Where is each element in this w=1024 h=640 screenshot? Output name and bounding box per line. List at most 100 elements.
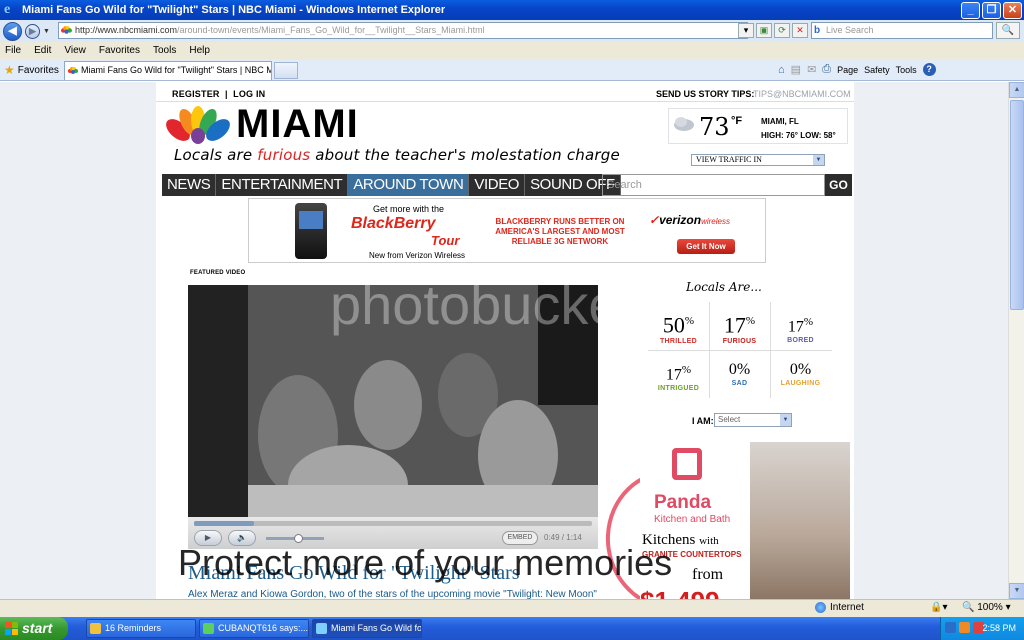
with-word: with [699,535,719,547]
address-bar[interactable]: http://www.nbcmiami.com/around-town/even… [58,22,748,39]
tray-network-icon[interactable] [945,622,956,633]
history-dropdown-icon[interactable]: ▼ [43,28,50,35]
tray-app-icon[interactable] [959,622,970,633]
task-internet-explorer[interactable]: Miami Fans Go Wild fo... [312,619,422,638]
close-button[interactable]: ✕ [1003,1,1022,19]
volume-slider[interactable] [266,534,324,543]
traffic-select[interactable]: VIEW TRAFFIC IN ▼ [691,154,825,166]
security-zone[interactable]: Internet [815,602,864,613]
login-link[interactable]: LOG IN [233,89,265,99]
nbc-peacock-favicon-icon [61,26,72,34]
nav-around-town[interactable]: AROUND TOWN [348,174,470,196]
mood-furious[interactable]: 17% FURIOUS [709,302,770,350]
command-bar: ⌂ ▤ ✉ ⎙ Page Safety Tools ? [778,63,936,76]
compatibility-icon[interactable]: ▣ [756,23,772,38]
reminder-icon [90,623,101,634]
panda-kitchens: Kitchens with [642,532,719,549]
video-progress-bar[interactable] [194,521,592,526]
mood-label: LAUGHING [780,380,821,387]
scroll-thumb[interactable] [1010,100,1024,310]
tagline[interactable]: Locals are furious about the teacher's m… [174,146,620,164]
mood-sad[interactable]: 0% SAD [709,350,770,398]
video-controls: ▶ 🔈 EMBED 0:49 / 1:14 [188,517,598,549]
ad-tour: Tour [431,233,460,248]
live-search-input[interactable]: b Live Search [811,22,993,39]
start-button[interactable]: start [0,617,68,640]
story-tips-email[interactable]: TIPS@NBCMIAMI.COM [753,89,851,99]
menu-view[interactable]: View [64,45,86,56]
account-links: REGISTER | LOG IN [172,89,266,99]
scroll-up-button[interactable]: ▲ [1009,82,1024,98]
mood-pct: 0% [728,361,751,378]
mood-pct-value: 17 [787,318,804,336]
i-am-select[interactable]: Select ▼ [714,413,792,427]
ad-runs-better: BLACKBERRY RUNS BETTER ON AMERICA'S LARG… [495,217,625,246]
weather-widget[interactable]: 73 °F MIAMI, FL HIGH: 76° LOW: 58° [668,108,848,144]
top-utility-strip: REGISTER | LOG IN SEND US STORY TIPS: TI… [156,86,854,102]
mood-thrilled[interactable]: 50% THRILLED [648,302,709,350]
video-player[interactable]: ▶ 🔈 EMBED 0:49 / 1:14 [188,285,598,549]
site-search-go-button[interactable]: GO [825,174,852,196]
mood-pct: 0% [789,361,812,378]
nbc-peacock-logo[interactable] [166,106,236,146]
messenger-icon [203,623,214,634]
task-label: CUBANQT616 says:... [218,623,309,633]
address-dropdown-button[interactable]: ▾ [738,23,754,38]
safety-menu[interactable]: Safety [864,65,890,75]
home-icon[interactable]: ⌂ [778,64,785,76]
page-menu[interactable]: Page [837,65,858,75]
brand-name[interactable]: MIAMI [236,102,359,147]
nav-entertainment[interactable]: ENTERTAINMENT [216,174,349,196]
favorites-button[interactable]: ★ Favorites [4,63,59,77]
mood-laughing[interactable]: 0% LAUGHING [770,350,831,398]
wireless-word: wireless [701,217,730,226]
weather-city: MIAMI, FL [761,117,799,126]
article-title[interactable]: Miami Fans Go Wild for "Twilight" Stars [188,562,520,585]
play-button[interactable]: ▶ [194,530,222,546]
blackberry-verizon-ad[interactable]: Get more with the BlackBerry Tour New fr… [248,198,766,263]
menu-favorites[interactable]: Favorites [99,45,140,56]
refresh-button[interactable]: ⟳ [774,23,790,38]
site-container: REGISTER | LOG IN SEND US STORY TIPS: TI… [156,82,854,599]
register-link[interactable]: REGISTER [172,89,220,99]
help-icon[interactable]: ? [922,63,936,76]
task-messenger[interactable]: CUBANQT616 says:... [199,619,309,638]
nav-video[interactable]: VIDEO [469,174,526,196]
mood-intrigued[interactable]: 17% INTRIGUED [648,350,709,398]
get-it-now-button[interactable]: Get It Now [677,239,735,254]
panda-kitchen-ad[interactable]: Panda Kitchen and Bath Kitchens with GRA… [640,442,850,599]
nav-news[interactable]: NEWS [162,174,217,196]
print-icon[interactable]: ⎙ [822,63,831,76]
scroll-down-button[interactable]: ▼ [1009,583,1024,599]
menu-file[interactable]: File [5,45,21,56]
feeds-icon[interactable]: ▤ [791,63,801,76]
menu-help[interactable]: Help [189,45,210,56]
menu-edit[interactable]: Edit [34,45,51,56]
vertical-scrollbar[interactable]: ▲ ▼ [1008,82,1024,599]
kitchen-photo [750,442,850,599]
minimize-button[interactable]: _ [961,1,980,19]
task-reminders[interactable]: 16 Reminders [86,619,196,638]
volume-knob[interactable] [294,534,303,543]
verizon-logo: ✓verizonwireless [649,213,730,227]
cloud-icon [674,117,694,131]
mood-bored[interactable]: 17% BORED [770,302,831,350]
zoom-level[interactable]: 🔍 100% ▾ [962,602,1011,613]
tab-active[interactable]: Miami Fans Go Wild for "Twilight" Stars … [64,61,272,80]
maximize-button[interactable]: ❐ [982,1,1001,19]
ad-new-from: New from Verizon Wireless [369,251,466,260]
embed-button[interactable]: EMBED [502,531,538,545]
stop-button[interactable]: ✕ [792,23,808,38]
window-title: Miami Fans Go Wild for "Twilight" Stars … [22,4,446,16]
new-tab-button[interactable] [274,62,298,79]
menu-tools[interactable]: Tools [153,45,176,56]
forward-button[interactable]: ▶ [25,23,40,39]
search-magnifier-button[interactable]: 🔍 [996,22,1020,39]
volume-button[interactable]: 🔈 [228,530,256,546]
back-button[interactable]: ◀ [3,21,22,41]
mood-pct-value: 0 [789,361,798,378]
protected-mode-icon[interactable]: 🔒▾ [930,602,947,613]
site-search-input[interactable]: Search [602,174,825,196]
tools-menu[interactable]: Tools [896,65,917,75]
mail-icon[interactable]: ✉ [807,63,816,76]
